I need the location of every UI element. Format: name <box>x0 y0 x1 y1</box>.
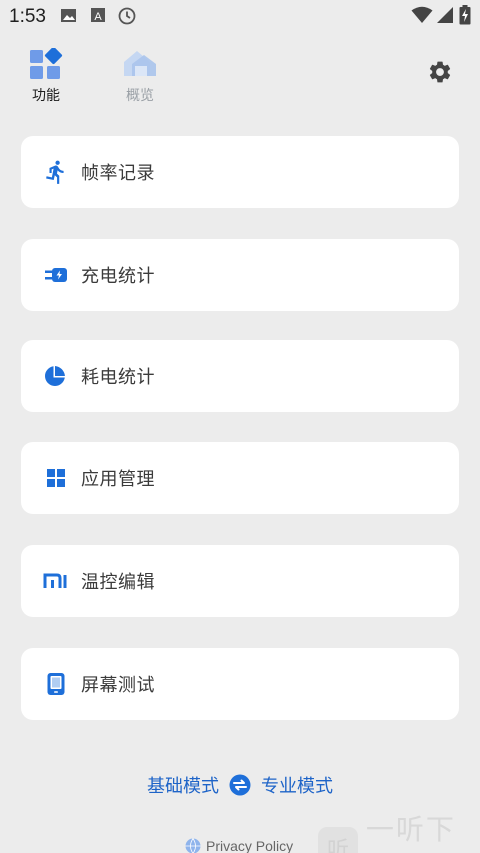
app-screen: 1:53 A 功能 概览 帧率记录 充电统计 耗电统计 应用管理 温控编辑 屏幕… <box>0 0 480 853</box>
clock-icon <box>118 7 136 25</box>
globe-icon <box>185 838 201 853</box>
privacy-policy-label: Privacy Policy <box>206 838 294 853</box>
privacy-policy-link[interactable]: Privacy Policy <box>185 838 293 853</box>
tab-features-label: 功能 <box>32 88 60 104</box>
pro-mode-button[interactable]: 专业模式 <box>261 772 333 798</box>
watermark: 听 一听下载 <box>318 808 480 853</box>
status-time: 1:53 <box>9 6 46 27</box>
card-charging-stats-label: 充电统计 <box>81 266 155 287</box>
font-a-icon: A <box>91 8 105 23</box>
mode-switch: 基础模式 专业模式 <box>0 772 480 798</box>
charging-plug-icon <box>43 262 69 288</box>
swap-icon[interactable] <box>229 774 251 796</box>
status-bar: 1:53 A <box>0 0 480 32</box>
card-screen-test-label: 屏幕测试 <box>81 675 155 696</box>
card-app-management-label: 应用管理 <box>81 469 155 490</box>
pie-chart-icon <box>43 363 69 389</box>
watermark-badge: 听 <box>318 827 358 853</box>
watermark-text: 一听下载 <box>365 813 456 846</box>
signal-icon <box>437 7 453 23</box>
image-icon <box>61 9 76 22</box>
card-screen-test[interactable]: 屏幕测试 <box>21 648 459 720</box>
tab-features[interactable]: 功能 <box>16 48 76 105</box>
mi-logo-icon <box>43 568 69 594</box>
card-thermal-editor-label: 温控编辑 <box>81 572 155 593</box>
basic-mode-button[interactable]: 基础模式 <box>147 772 219 798</box>
gear-icon[interactable] <box>427 59 453 85</box>
overview-icon <box>124 51 156 76</box>
running-icon <box>43 159 69 185</box>
card-app-management[interactable]: 应用管理 <box>21 442 459 514</box>
battery-charging-icon <box>459 5 471 25</box>
card-fps-record-label: 帧率记录 <box>81 163 155 184</box>
tab-overview-label: 概览 <box>126 88 154 104</box>
phone-screen-icon <box>43 671 69 697</box>
svg-text:A: A <box>94 11 102 23</box>
apps-grid-icon <box>43 465 69 491</box>
features-icon <box>30 48 63 79</box>
card-power-consumption[interactable]: 耗电统计 <box>21 340 459 412</box>
card-thermal-editor[interactable]: 温控编辑 <box>21 545 459 617</box>
tab-overview[interactable]: 概览 <box>110 48 170 105</box>
card-fps-record[interactable]: 帧率记录 <box>21 136 459 208</box>
card-power-consumption-label: 耗电统计 <box>81 367 155 388</box>
card-charging-stats[interactable]: 充电统计 <box>21 239 459 311</box>
wifi-icon <box>411 6 433 23</box>
